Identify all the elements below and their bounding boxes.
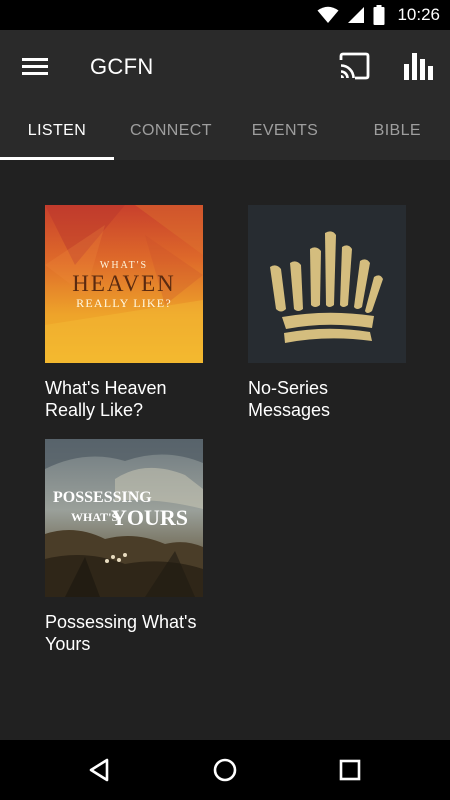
home-icon [213, 758, 237, 782]
tab-bar: LISTEN CONNECT EVENTS BIBLE [0, 102, 450, 160]
back-icon [89, 758, 109, 782]
recents-button[interactable] [334, 754, 366, 786]
heaven-art-line3: REALLY LIKE? [76, 296, 172, 310]
tab-bible[interactable]: BIBLE [342, 102, 450, 160]
series-artwork-no-series [248, 205, 406, 363]
app-title: GCFN [90, 54, 154, 79]
series-card-heaven[interactable]: WHAT'S HEAVEN REALLY LIKE? What's Heaven… [45, 205, 203, 421]
status-time: 10:26 [397, 5, 440, 24]
tab-listen[interactable]: LISTEN [0, 102, 114, 160]
bar-chart-icon [404, 53, 433, 80]
cast-button[interactable] [338, 52, 370, 80]
tab-events[interactable]: EVENTS [228, 102, 342, 160]
series-title: No-Series Messages [248, 378, 331, 420]
heaven-art-line2: HEAVEN [72, 271, 176, 296]
heaven-art-line1: WHAT'S [100, 260, 148, 271]
possessing-art-line3: YOURS [111, 505, 188, 530]
back-button[interactable] [84, 754, 116, 786]
series-card-possessing[interactable]: POSSESSING WHAT'S YOURS Possessing What'… [45, 439, 203, 655]
wifi-icon [317, 6, 339, 23]
signal-icon [348, 7, 365, 23]
battery-icon [373, 5, 385, 25]
menu-icon [22, 58, 48, 75]
series-title: Possessing What's Yours [45, 612, 197, 654]
series-card-no-series[interactable]: No-Series Messages [248, 205, 406, 421]
cast-icon [339, 52, 370, 80]
series-artwork-possessing: POSSESSING WHAT'S YOURS [45, 439, 203, 597]
series-grid: WHAT'S HEAVEN REALLY LIKE? What's Heaven… [0, 160, 450, 740]
possessing-art-line1: POSSESSING [53, 489, 152, 506]
series-artwork-heaven: WHAT'S HEAVEN REALLY LIKE? [45, 205, 203, 363]
tab-connect[interactable]: CONNECT [114, 102, 228, 160]
system-nav-bar [0, 740, 450, 800]
status-bar: 10:26 [0, 0, 450, 30]
menu-button[interactable] [20, 54, 50, 78]
app-bar: GCFN [0, 30, 450, 102]
home-button[interactable] [209, 754, 241, 786]
stats-button[interactable] [403, 51, 435, 81]
series-title: What's Heaven Really Like? [45, 378, 167, 420]
app-screen: 10:26 GCFN LISTEN CONNECT EVENTS BIBLE W… [0, 0, 450, 800]
recents-icon [339, 759, 361, 781]
